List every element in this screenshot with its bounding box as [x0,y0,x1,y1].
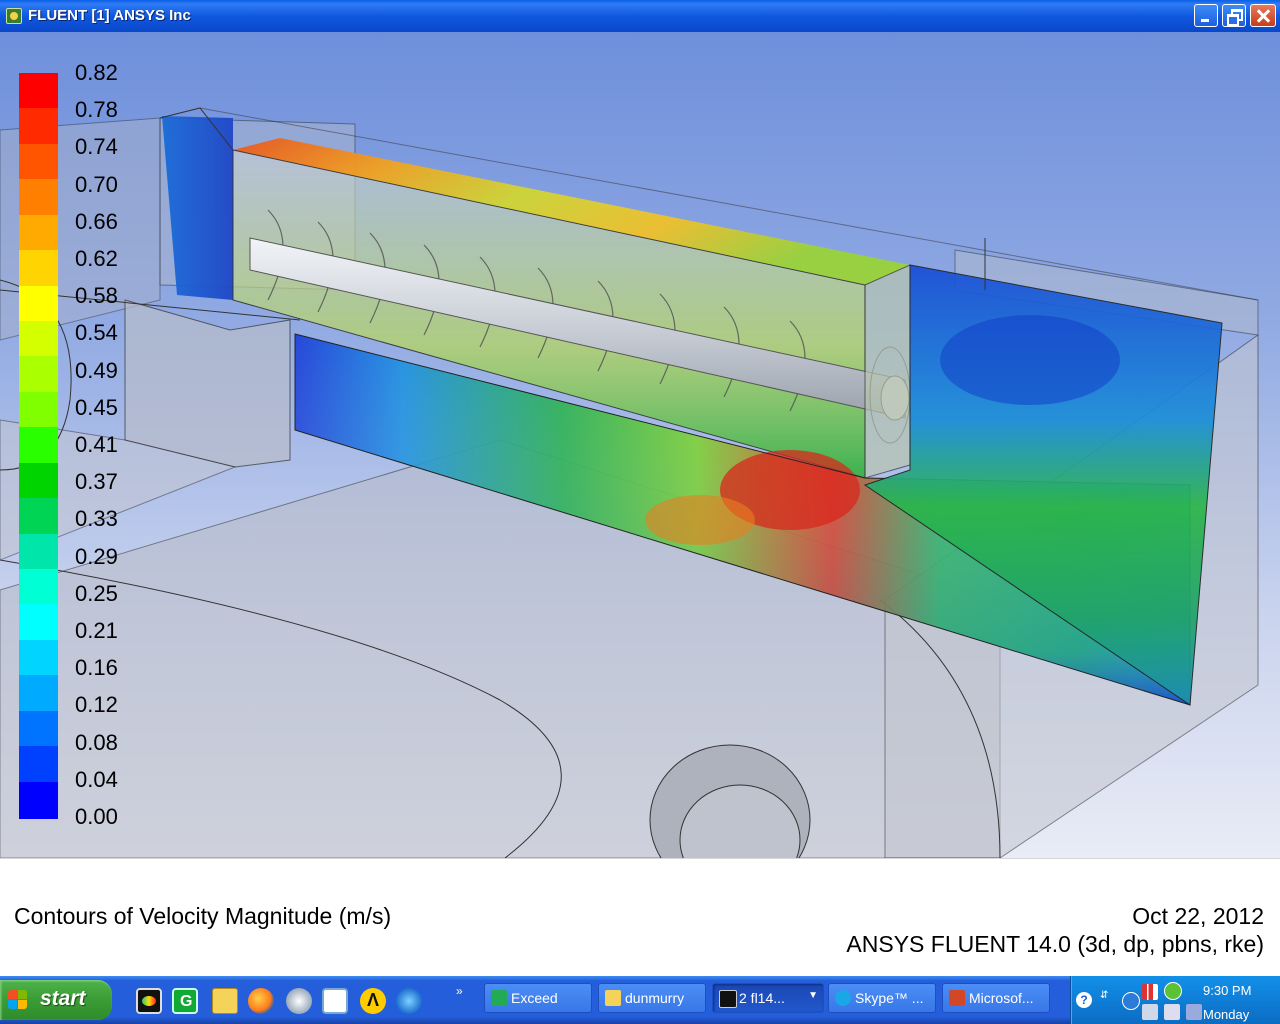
solver-version: ANSYS FLUENT 14.0 (3d, dp, pbns, rke) [846,931,1264,957]
cfd-scene [0,107,1259,858]
legend-tick-label: 0.62 [75,246,118,271]
legend-swatch [19,569,58,607]
help-icon[interactable]: ? [1076,992,1092,1008]
legend-swatch [19,108,58,146]
task-exceed[interactable]: Exceed [484,983,592,1013]
ansys-icon[interactable]: Λ [360,988,386,1014]
quick-launch-chevron-icon[interactable]: » [456,984,463,998]
legend-tick-label: 0.45 [75,394,118,420]
legend-tick-label: 0.58 [75,283,118,309]
legend-tick-label: 0.16 [75,655,118,681]
window-title: FLUENT [1] ANSYS Inc [28,7,191,24]
tray-arrow-icon[interactable]: ⇵ [1100,990,1116,1006]
folder-icon[interactable] [212,988,238,1014]
legend-tick-label: 0.21 [75,618,118,643]
legend-swatch [19,746,58,784]
exceed-icon [491,990,507,1006]
group-dropdown-icon: ▼ [808,990,818,1001]
volume-icon[interactable] [1164,1004,1180,1020]
legend-swatch [19,710,58,748]
task-label: Exceed [511,990,558,1006]
legend-swatch [19,143,58,182]
legend-swatch [19,498,58,536]
title-bar[interactable]: FLUENT [1] ANSYS Inc [0,0,1280,32]
legend-tick-label: 0.70 [75,171,118,197]
editor-icon[interactable] [322,988,348,1014]
legend-swatch [19,391,58,430]
legend-tick-label: 0.12 [75,692,118,718]
task-dunmurry[interactable]: dunmurry [598,983,706,1013]
folder-icon [605,990,621,1006]
task-powerpoint[interactable]: Microsof... [942,983,1050,1013]
skype-icon [835,990,851,1006]
legend-swatch [19,781,58,819]
legend-tick-label: 0.37 [75,469,118,495]
legend-swatch [19,250,58,288]
plot-date: Oct 22, 2012 [1132,903,1264,929]
legend-swatch [19,321,58,359]
legend-tick-label: 0.00 [75,804,118,829]
caption-panel: Contours of Velocity Magnitude (m/s) Oct… [0,858,1280,977]
legend-tick-label: 0.49 [75,357,118,383]
firefox-icon[interactable] [248,988,274,1014]
legend-swatch [19,533,58,571]
legend-swatch [19,675,58,713]
task-label: 2 fl14... [739,990,785,1006]
show-hidden-icons[interactable] [1122,992,1140,1010]
task-skype[interactable]: Skype™ ... [828,983,936,1013]
security-check-icon[interactable] [1164,982,1182,1000]
powerpoint-icon [949,990,965,1006]
legend-tick-label: 0.78 [75,97,118,123]
legend-swatch [19,356,58,394]
windows-flag-icon [8,990,28,1010]
legend-swatch [19,639,58,678]
legend-swatch [19,462,58,500]
legend-tick-label: 0.08 [75,729,118,755]
plot-title: Contours of Velocity Magnitude (m/s) [14,903,392,929]
legend-tick-label: 0.66 [75,208,118,234]
graphics-viewport[interactable]: 0.82 0.78 0.74 0.70 0.66 0.62 0.58 0.54 0.49 0.45… [0,32,1280,858]
legend-tick-label: 0.25 [75,580,118,606]
clock-day[interactable]: Monday [1203,1007,1249,1022]
network-icon[interactable] [286,988,312,1014]
ghostscript-icon[interactable]: G [172,988,198,1014]
task-label: dunmurry [625,990,685,1006]
legend-tick-label: 0.82 [75,60,118,85]
task-label: Microsof... [969,990,1034,1006]
legend-tick-label: 0.04 [75,766,118,792]
legend-swatch [19,604,58,642]
power-icon[interactable] [1186,1004,1202,1020]
legend-swatch [19,214,58,252]
legend-tick-label: 0.54 [75,320,118,346]
legend-swatch [19,427,58,465]
task-label: Skype™ ... [855,990,924,1006]
legend-color-bar [19,73,58,819]
close-button[interactable] [1250,4,1276,27]
signal-icon[interactable] [1142,984,1158,1000]
exceed-icon[interactable] [136,988,162,1014]
clock-time[interactable]: 9:30 PM [1203,983,1251,998]
network-status-icon[interactable] [1142,1004,1158,1020]
start-label: start [40,987,86,1010]
legend-tick-label: 0.41 [75,432,118,457]
legend-tick-label: 0.74 [75,134,118,160]
legend-swatch [19,179,58,217]
legend-swatch [19,73,58,111]
legend-tick-label: 0.33 [75,506,118,532]
ie-icon[interactable] [396,988,422,1014]
legend-swatch [19,285,58,323]
maximize-button[interactable] [1222,4,1246,27]
fluent-icon [719,990,737,1008]
task-fluent-group[interactable]: 2 fl14... ▼ [712,983,824,1013]
minimize-button[interactable] [1194,4,1218,27]
fluent-app-icon[interactable] [6,8,22,24]
start-button[interactable]: start [0,980,112,1020]
legend-tick-label: 0.29 [75,543,118,569]
